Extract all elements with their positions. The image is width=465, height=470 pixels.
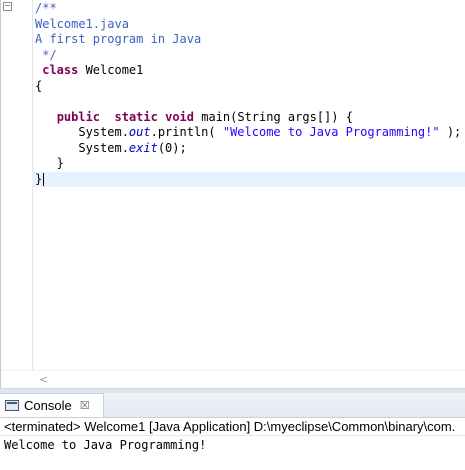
code-text[interactable]: /** Welcome1.java A first program in Java … <box>32 1 465 187</box>
code-token: */ <box>35 47 57 62</box>
close-icon[interactable]: ☒ <box>80 399 90 412</box>
console-tab-label: Console <box>24 398 72 413</box>
tab-console[interactable]: Console ☒ <box>0 393 104 417</box>
code-token: (0); <box>157 140 187 155</box>
code-line[interactable]: } <box>32 171 465 187</box>
code-token: out <box>128 125 151 139</box>
code-line[interactable]: A first program in Java <box>35 32 465 48</box>
code-line[interactable]: System.exit(0); <box>35 141 465 157</box>
code-line[interactable]: } <box>35 156 465 172</box>
console-output[interactable]: Welcome to Java Programming! <box>0 437 465 470</box>
code-line[interactable]: { <box>35 79 465 95</box>
code-token: void <box>165 109 194 124</box>
scroll-left-icon[interactable]: < <box>39 373 48 386</box>
code-line[interactable]: System.out.println( "Welcome to Java Pro… <box>35 125 465 141</box>
code-token: "Welcome to Java Programming!" <box>222 125 440 139</box>
console-tab-bar: Console ☒ <box>0 393 465 418</box>
code-token: { <box>35 78 43 93</box>
code-token: Welcome1 <box>78 63 144 77</box>
console-icon <box>5 400 19 411</box>
code-token: ); <box>439 125 462 139</box>
code-token: } <box>35 156 64 170</box>
code-line[interactable]: /** <box>35 1 465 17</box>
code-token: /** <box>35 1 57 15</box>
code-line[interactable]: public static void main(String args[]) { <box>35 110 465 126</box>
code-token: Welcome1.java <box>35 16 129 31</box>
code-token: .println( <box>150 125 223 139</box>
code-token: } <box>35 171 43 186</box>
code-token: main(String args[]) { <box>194 109 353 124</box>
code-line[interactable]: Welcome1.java <box>35 17 465 33</box>
text-caret <box>43 172 45 186</box>
code-line[interactable]: */ <box>35 48 465 64</box>
code-line[interactable] <box>35 94 465 110</box>
code-token: A first program in Java <box>35 32 202 46</box>
editor-ruler: − <box>1 0 17 370</box>
code-token: public <box>56 109 101 124</box>
code-token: exit <box>128 140 158 155</box>
code-token: System. <box>35 140 129 155</box>
code-editor[interactable]: − /** Welcome1.java A first program in Jav… <box>0 0 465 388</box>
horizontal-scrollbar[interactable]: < <box>1 370 465 388</box>
fold-collapse-icon[interactable]: − <box>3 2 12 11</box>
code-line[interactable]: class Welcome1 <box>35 63 465 79</box>
code-token: static <box>114 109 158 124</box>
code-token: System. <box>35 125 129 139</box>
console-status-line: <terminated> Welcome1 [Java Application]… <box>0 418 465 436</box>
code-token: class <box>42 63 79 77</box>
